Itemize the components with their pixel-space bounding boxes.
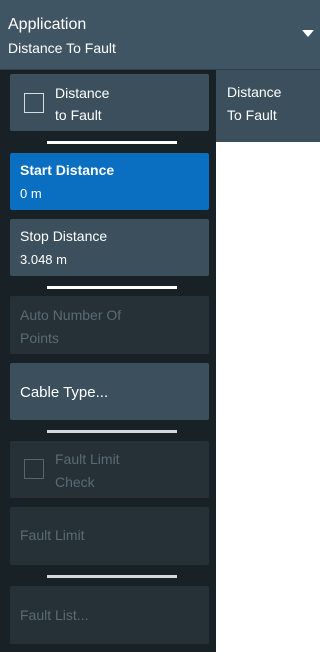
auto-number-of-points-button[interactable]: Auto Number Of Points xyxy=(10,296,209,354)
separator xyxy=(47,286,177,289)
dtf-label-line1: Distance xyxy=(55,85,110,101)
fault-limit-label: Fault Limit xyxy=(20,527,85,543)
header-subtitle: Distance To Fault xyxy=(8,40,116,56)
fault-limit-check-line1: Fault Limit xyxy=(55,451,120,467)
application-dropdown[interactable]: Application Distance To Fault xyxy=(0,0,320,70)
stop-distance-value: 3.048 m xyxy=(20,252,67,267)
softkey-panel: Distance to Fault Start Distance 0 m Sto… xyxy=(0,70,216,652)
cable-type-button[interactable]: Cable Type... xyxy=(10,363,209,420)
cable-type-label: Cable Type... xyxy=(20,384,109,401)
fault-limit-check-toggle[interactable]: Fault Limit Check xyxy=(10,441,209,498)
dtf-checkbox-icon[interactable] xyxy=(24,93,44,113)
tab-distance-to-fault[interactable]: Distance To Fault xyxy=(216,70,320,142)
distance-to-fault-toggle[interactable]: Distance to Fault xyxy=(10,74,209,131)
auto-points-line2: Points xyxy=(20,330,59,346)
tab-label-line1: Distance xyxy=(227,84,282,100)
dropdown-arrow-icon[interactable] xyxy=(302,30,314,37)
tab-label-line2: To Fault xyxy=(227,107,277,123)
fault-limit-button[interactable]: Fault Limit xyxy=(10,507,209,565)
start-distance-value: 0 m xyxy=(20,186,42,201)
separator xyxy=(47,430,177,433)
separator xyxy=(47,575,177,578)
stop-distance-button[interactable]: Stop Distance 3.048 m xyxy=(10,219,209,276)
stop-distance-label: Stop Distance xyxy=(20,228,108,244)
start-distance-button[interactable]: Start Distance 0 m xyxy=(10,153,209,210)
fault-limit-check-line2: Check xyxy=(55,474,95,490)
fault-list-button[interactable]: Fault List... xyxy=(10,586,209,644)
header-title: Application xyxy=(8,16,87,33)
fault-list-label: Fault List... xyxy=(20,607,89,623)
auto-points-line1: Auto Number Of xyxy=(20,307,122,323)
start-distance-label: Start Distance xyxy=(20,162,115,178)
dtf-label-line2: to Fault xyxy=(55,107,102,123)
separator xyxy=(47,141,177,144)
fault-limit-checkbox-icon[interactable] xyxy=(24,459,44,479)
